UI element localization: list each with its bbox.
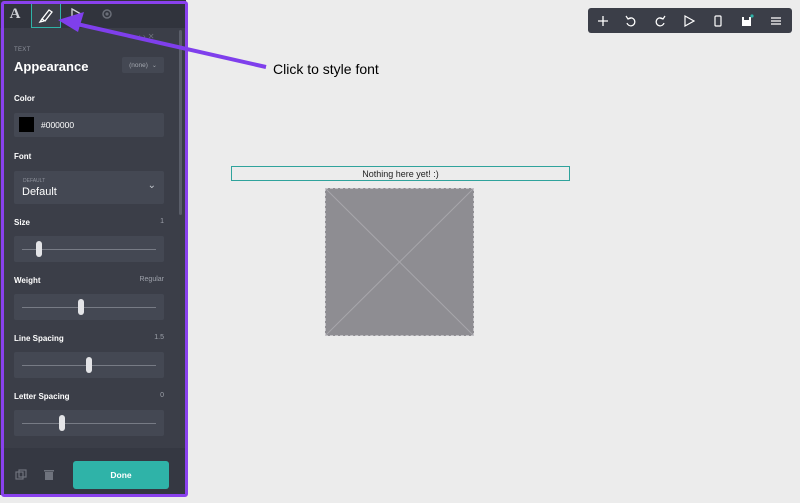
image-placeholder[interactable]: [325, 188, 474, 336]
placeholder-cross-icon: [326, 189, 473, 335]
annotation-text: Click to style font: [273, 61, 379, 77]
canvas-text-box[interactable]: Nothing here yet! :): [231, 166, 570, 181]
